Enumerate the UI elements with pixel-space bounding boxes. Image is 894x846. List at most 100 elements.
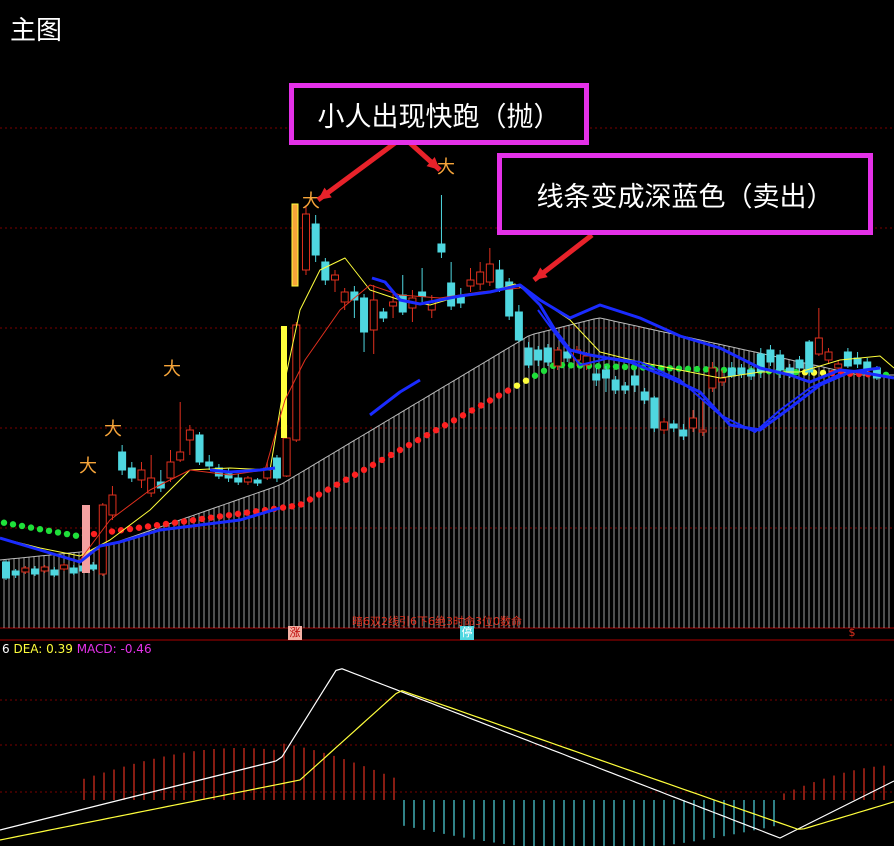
candle-body	[166, 461, 175, 479]
candle-body	[630, 375, 639, 386]
signal-dot	[540, 367, 548, 374]
candle-body	[524, 347, 533, 366]
candle-body	[69, 567, 78, 574]
signal-dot	[477, 402, 485, 409]
macd-value: MACD: -0.46	[76, 642, 152, 656]
candle-body	[437, 243, 446, 253]
candle-body	[708, 367, 717, 389]
signal-dot	[567, 362, 575, 369]
signal-dot	[603, 363, 611, 370]
dollar-marker: $	[848, 626, 856, 639]
limit-up-bar	[281, 326, 287, 438]
candle-body	[234, 477, 243, 483]
signal-dot	[405, 441, 413, 449]
signal-dot	[243, 509, 251, 516]
candle-body	[737, 367, 746, 375]
signal-dot	[144, 523, 152, 530]
blue-line-callout: 线条变成深蓝色（卖出）	[497, 153, 873, 235]
macd-legend: 6 DEA: 0.39 MACD: -0.46	[2, 642, 152, 656]
signal-dot	[315, 491, 323, 498]
candle-body	[243, 477, 252, 483]
runner-icon: 大	[79, 456, 97, 477]
candle-body	[137, 469, 146, 481]
signal-dot	[180, 518, 188, 525]
signal-dot	[486, 397, 494, 404]
candle-body	[195, 434, 204, 463]
candle-body	[514, 311, 523, 341]
signal-dot	[9, 521, 17, 528]
candle-body	[331, 274, 340, 281]
signal-dot	[288, 503, 296, 510]
candle-body	[311, 223, 320, 256]
signal-dot	[207, 514, 215, 521]
candle-body	[185, 429, 194, 441]
candle-body	[727, 367, 736, 377]
signal-dot	[63, 530, 71, 538]
candle-body	[669, 423, 678, 429]
candle-body	[21, 567, 30, 573]
signal-dot	[342, 476, 350, 483]
candle-body	[776, 354, 785, 371]
candle-body	[621, 385, 630, 391]
signal-dot	[189, 516, 197, 524]
signal-dot	[369, 461, 377, 469]
signal-dot	[45, 527, 53, 535]
signal-dot	[522, 377, 530, 384]
signal-dot	[351, 471, 359, 478]
dea-value: DEA: 0.39	[13, 642, 73, 656]
signal-dot	[459, 412, 467, 419]
macd-panel	[0, 668, 894, 846]
signal-dot	[0, 519, 8, 526]
blue-line-callout-text: 线条变成深蓝色（卖出）	[536, 181, 834, 213]
limit-up-marker: 涨	[288, 626, 302, 640]
runner-icon: 大	[163, 359, 181, 380]
candle-body	[60, 564, 69, 570]
signal-dot	[360, 466, 368, 473]
signal-dot	[378, 456, 386, 464]
signal-dot	[621, 363, 629, 371]
candle-body	[466, 279, 475, 287]
candle-body	[805, 341, 814, 373]
signal-dot	[468, 407, 476, 414]
runner-callout: 小人出现快跑（抛）	[289, 83, 589, 145]
candle-body	[553, 349, 562, 367]
candle-body	[340, 291, 349, 303]
candle-body	[476, 271, 485, 285]
signal-dot	[612, 363, 620, 370]
candle-body	[379, 311, 388, 319]
candle-body	[495, 269, 504, 289]
signal-dot	[594, 362, 602, 370]
signal-dot	[324, 486, 332, 493]
signal-dot	[279, 504, 287, 511]
candle-body	[253, 479, 262, 484]
signal-dot	[135, 524, 143, 531]
signal-dot	[702, 366, 710, 373]
candle-body	[650, 397, 659, 429]
runner-icon: 大	[104, 419, 122, 440]
candle-body	[98, 504, 107, 575]
signal-dot	[297, 501, 305, 508]
candle-body	[679, 429, 688, 437]
runner-callout-text: 小人出现快跑（抛）	[317, 101, 561, 133]
signal-dot	[198, 515, 206, 523]
signal-dot	[513, 382, 521, 389]
panel-title: 主图	[10, 16, 63, 46]
signal-dot	[171, 519, 179, 526]
candle-body	[766, 349, 775, 363]
candle-body	[601, 369, 610, 379]
candle-body	[611, 379, 620, 391]
candle-body	[640, 391, 649, 401]
limit-up-bar	[82, 505, 90, 573]
signal-dot	[216, 513, 224, 520]
candle-body	[127, 467, 136, 479]
signal-dot	[18, 522, 26, 530]
signal-dot	[90, 530, 98, 538]
signal-dot	[387, 451, 395, 459]
candle-body	[814, 337, 823, 355]
candle-body	[50, 569, 59, 576]
signal-dot	[225, 511, 233, 519]
arrow-to-runner-1	[316, 140, 397, 203]
signal-dot	[333, 481, 341, 488]
signal-dot	[27, 524, 35, 531]
signal-dot	[495, 392, 503, 399]
